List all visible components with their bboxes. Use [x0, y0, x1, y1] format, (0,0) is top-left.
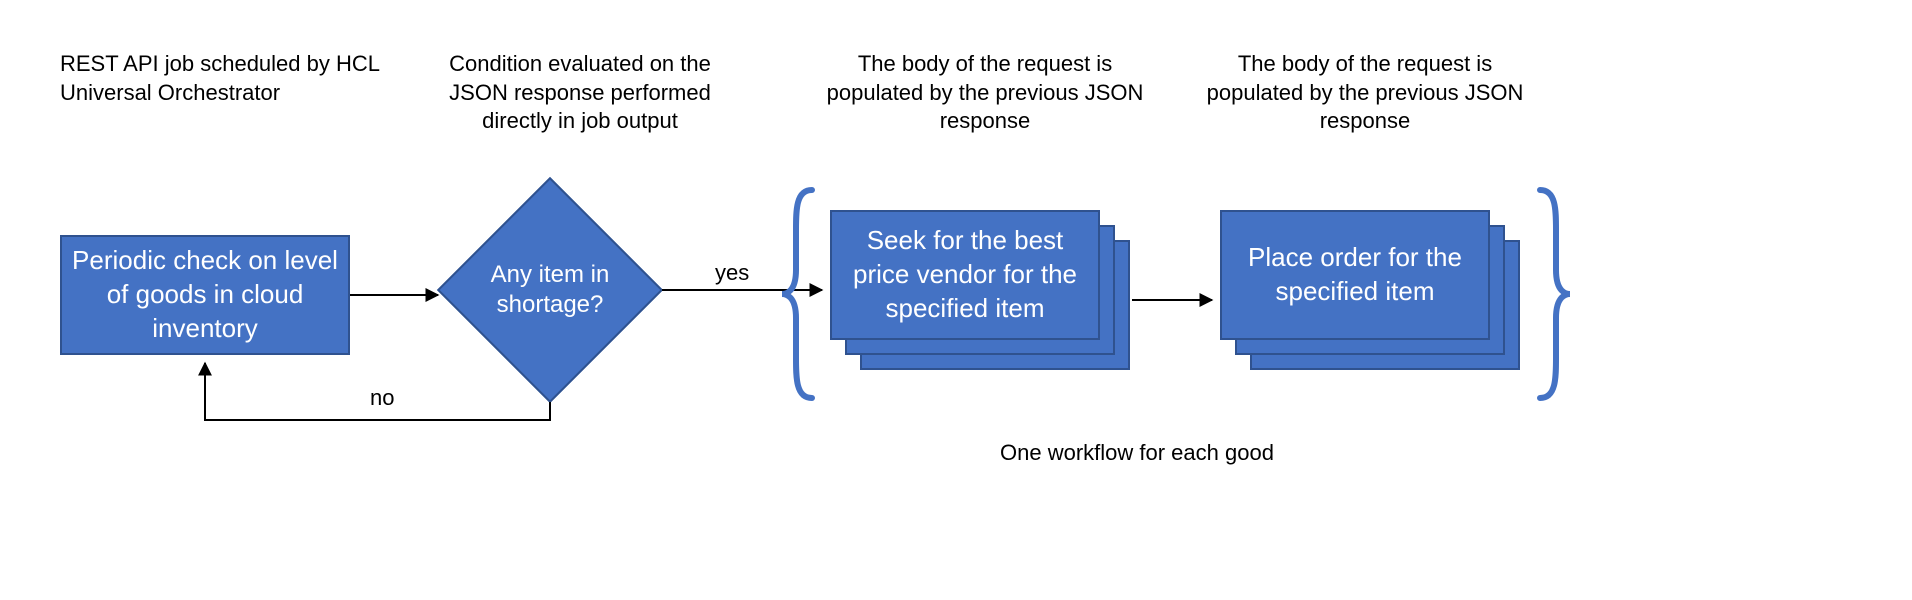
node-place-order-label: Place order for the specified item [1236, 241, 1474, 309]
node-periodic-check: Periodic check on level of goods in clou… [60, 235, 350, 355]
node-place-order: Place order for the specified item [1220, 210, 1490, 340]
caption-body-1: The body of the request is populated by … [820, 50, 1150, 136]
node-decision: Any item in shortage? [470, 210, 630, 370]
caption-condition: Condition evaluated on the JSON response… [420, 50, 740, 136]
edge-label-no: no [370, 385, 394, 411]
flowchart-canvas: REST API job scheduled by HCL Universal … [0, 0, 1912, 600]
node-seek-vendor: Seek for the best price vendor for the s… [830, 210, 1100, 340]
node-decision-label: Any item in shortage? [470, 260, 630, 320]
node-place-order-stack: Place order for the specified item [1220, 210, 1520, 370]
edge-label-yes: yes [715, 260, 749, 286]
bracket-left [782, 190, 812, 398]
caption-body-2: The body of the request is populated by … [1200, 50, 1530, 136]
node-seek-vendor-label: Seek for the best price vendor for the s… [846, 224, 1084, 325]
node-seek-vendor-stack: Seek for the best price vendor for the s… [830, 210, 1130, 370]
footer-one-workflow: One workflow for each good [1000, 440, 1274, 466]
bracket-right [1540, 190, 1570, 398]
caption-rest-api: REST API job scheduled by HCL Universal … [60, 50, 400, 107]
node-periodic-check-label: Periodic check on level of goods in clou… [68, 244, 342, 345]
